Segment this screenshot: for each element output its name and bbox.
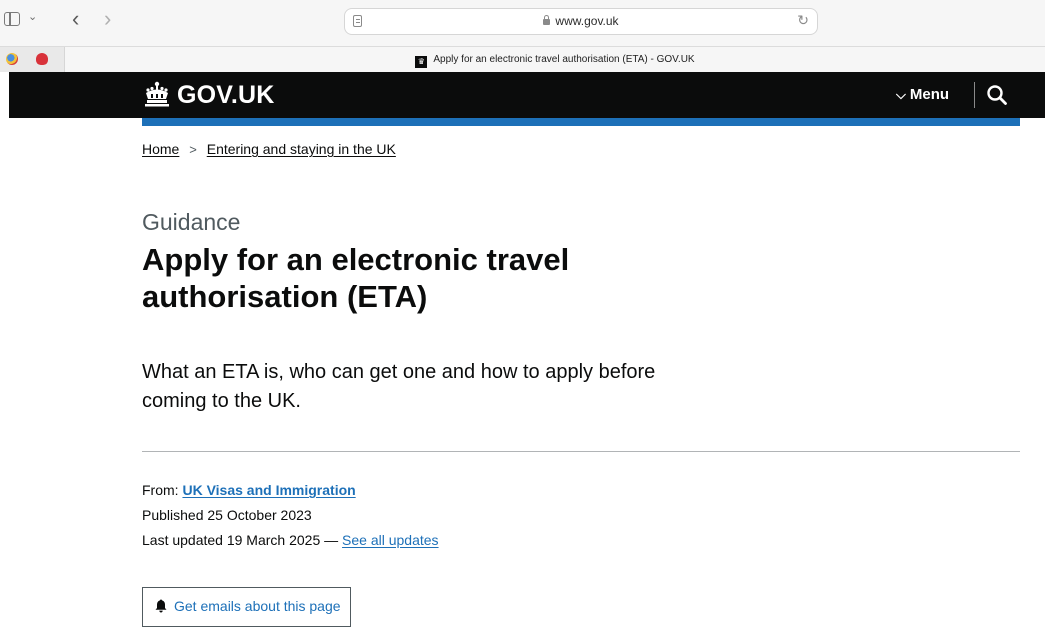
breadcrumb: Home > Entering and staying in the UK [142, 140, 396, 159]
url-text[interactable]: www.gov.uk [555, 14, 618, 28]
bell-icon [155, 599, 167, 613]
metadata-published: Published 25 October 2023 [142, 507, 312, 523]
get-emails-label: Get emails about this page [174, 598, 341, 614]
sidebar-toggle-icon[interactable] [4, 12, 20, 26]
breadcrumb-home-link[interactable]: Home [142, 141, 179, 157]
last-updated-text: Last updated 19 March 2025 — [142, 532, 339, 548]
page-title: Apply for an electronic travel authorisa… [142, 242, 570, 314]
chevron-down-icon[interactable]: ⌄ [28, 10, 37, 23]
see-all-updates-link[interactable]: See all updates [342, 532, 439, 548]
metadata-from: From: UK Visas and Immigration [142, 481, 356, 499]
pinned-tab-icon[interactable] [6, 53, 18, 65]
page-lead: What an ETA is, who can get one and how … [142, 361, 656, 412]
govuk-header: GOV.UK ⌵ Menu [9, 72, 1045, 118]
breadcrumb-separator: > [189, 142, 197, 157]
crown-icon [145, 81, 169, 107]
forward-button[interactable]: › [104, 6, 111, 32]
search-icon[interactable] [986, 84, 1008, 106]
logo-text: GOV.UK [177, 81, 275, 109]
tab-title: Apply for an electronic travel authorisa… [433, 54, 695, 65]
menu-label: Menu [909, 86, 950, 103]
breadcrumb-entering-staying-link[interactable]: Entering and staying in the UK [207, 141, 396, 157]
lock-icon [543, 15, 551, 25]
address-bar[interactable]: www.gov.uk ↻ [344, 8, 818, 35]
tab-bar: ♛ Apply for an electronic travel authoris… [0, 46, 1045, 72]
get-emails-button[interactable]: Get emails about this page [142, 587, 351, 627]
reload-icon[interactable]: ↻ [797, 12, 809, 29]
menu-button[interactable]: ⌵ Menu [896, 85, 949, 105]
govuk-favicon-icon: ♛ [415, 56, 428, 68]
active-tab[interactable]: ♛ Apply for an electronic travel authoris… [64, 47, 1045, 72]
chevron-down-icon: ⌵ [896, 87, 906, 102]
organisation-link[interactable]: UK Visas and Immigration [182, 482, 355, 498]
metadata-last-updated: Last updated 19 March 2025 — See all upd… [142, 531, 439, 549]
from-label: From: [142, 482, 179, 498]
browser-toolbar: ⌄ ‹ › www.gov.uk ↻ [0, 0, 1045, 46]
section-divider [142, 451, 1020, 452]
header-divider [974, 82, 975, 108]
pinned-tab-icon[interactable] [36, 53, 48, 65]
page-caption: Guidance [142, 209, 241, 235]
back-button[interactable]: ‹ [72, 6, 79, 32]
header-accent-bar [142, 118, 1020, 126]
